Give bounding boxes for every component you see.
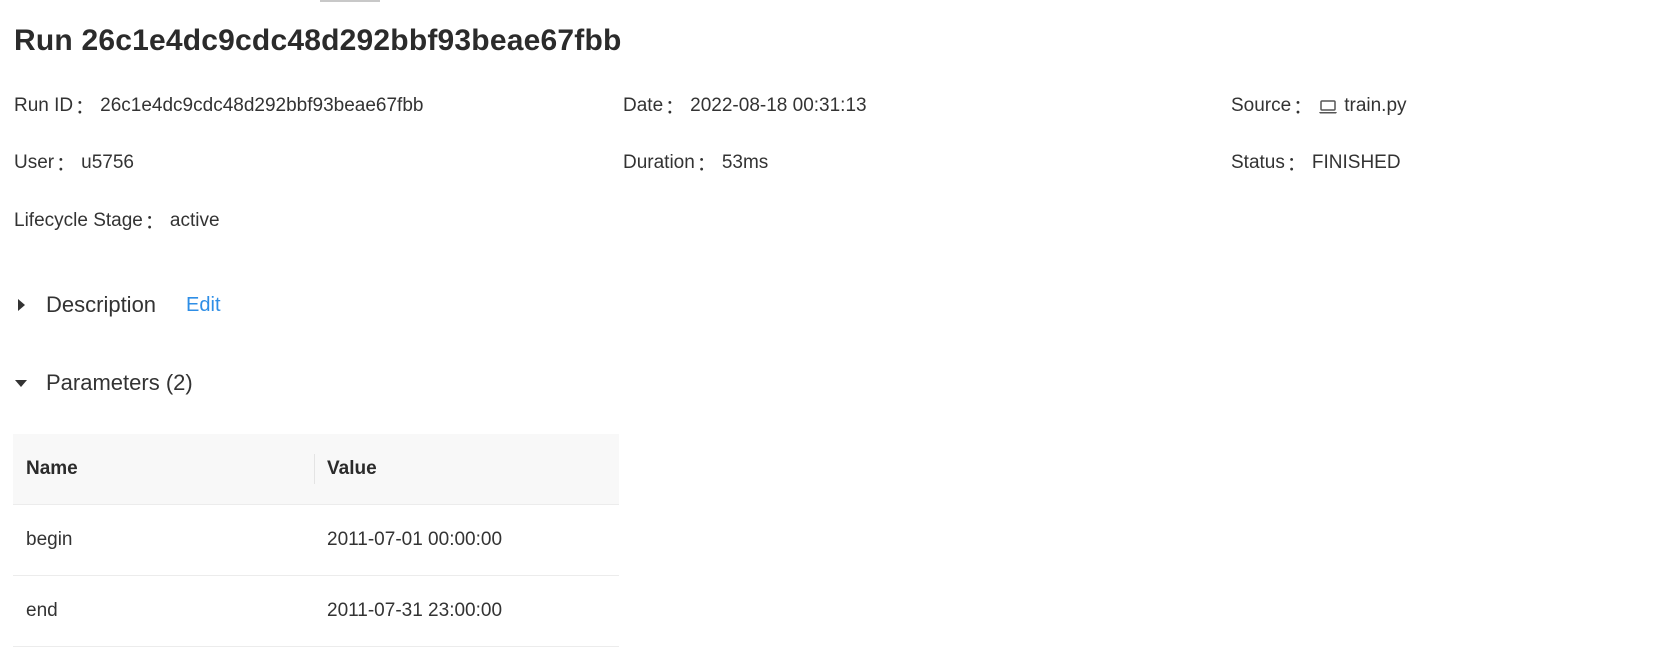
param-name-cell: end	[13, 575, 314, 647]
source-field: Source： train.py	[1231, 92, 1407, 119]
description-section-header[interactable]: Description Edit	[10, 292, 221, 318]
breadcrumb	[0, 0, 380, 4]
run-id-field: Run ID： 26c1e4dc9cdc48d292bbf93beae67fbb	[14, 92, 423, 119]
parameters-title[interactable]: Parameters (2)	[46, 370, 193, 396]
param-value-cell: 2011-07-01 00:00:00	[314, 504, 619, 576]
param-name-cell: begin	[13, 504, 314, 576]
user-field: User： u5756	[14, 149, 134, 176]
lifecycle-stage-value: active	[169, 209, 220, 231]
lifecycle-stage-field: Lifecycle Stage： active	[14, 207, 220, 234]
user-value: u5756	[81, 151, 134, 173]
source-value[interactable]: train.py	[1344, 95, 1406, 117]
duration-field: Duration： 53ms	[623, 149, 768, 176]
param-value-cell: 2011-07-31 23:00:00	[314, 575, 619, 647]
caret-right-icon[interactable]	[10, 294, 32, 316]
date-label: Date	[623, 94, 664, 116]
status-separator: ：	[1286, 154, 1306, 175]
status-value: FINISHED	[1311, 151, 1401, 173]
lifecycle-stage-separator: ：	[144, 212, 164, 233]
source-separator: ：	[1293, 97, 1313, 118]
date-separator: ：	[665, 97, 685, 118]
parameters-section-header[interactable]: Parameters (2)	[10, 370, 193, 396]
date-value: 2022-08-18 00:31:13	[690, 94, 867, 116]
user-separator: ：	[56, 154, 76, 175]
duration-label: Duration	[623, 151, 695, 173]
duration-separator: ：	[696, 154, 716, 175]
laptop-icon	[1318, 99, 1338, 115]
status-field: Status： FINISHED	[1231, 149, 1401, 176]
run-page: Run 26c1e4dc9cdc48d292bbf93beae67fbb Run…	[0, 0, 1674, 656]
column-header-value[interactable]: Value	[314, 434, 619, 505]
user-label: User	[14, 151, 55, 173]
description-edit-link[interactable]: Edit	[186, 294, 220, 317]
run-id-label: Run ID	[14, 94, 74, 116]
duration-value: 53ms	[721, 151, 769, 173]
table-row: begin 2011-07-01 00:00:00	[13, 504, 619, 576]
date-field: Date： 2022-08-18 00:31:13	[623, 92, 867, 119]
caret-down-icon[interactable]	[10, 372, 32, 394]
source-label: Source	[1231, 94, 1292, 116]
table-header-row: Name Value	[13, 434, 619, 505]
column-header-name[interactable]: Name	[13, 434, 314, 505]
table-row: end 2011-07-31 23:00:00	[13, 575, 619, 647]
description-title[interactable]: Description	[46, 292, 156, 318]
run-id-value: 26c1e4dc9cdc48d292bbf93beae67fbb	[100, 94, 424, 116]
page-title: Run 26c1e4dc9cdc48d292bbf93beae67fbb	[14, 24, 622, 57]
status-label: Status	[1231, 151, 1285, 173]
parameters-table: Name Value begin 2011-07-01 00:00:00 end…	[13, 434, 619, 647]
run-id-separator: ：	[75, 97, 95, 118]
lifecycle-stage-label: Lifecycle Stage	[14, 209, 143, 231]
